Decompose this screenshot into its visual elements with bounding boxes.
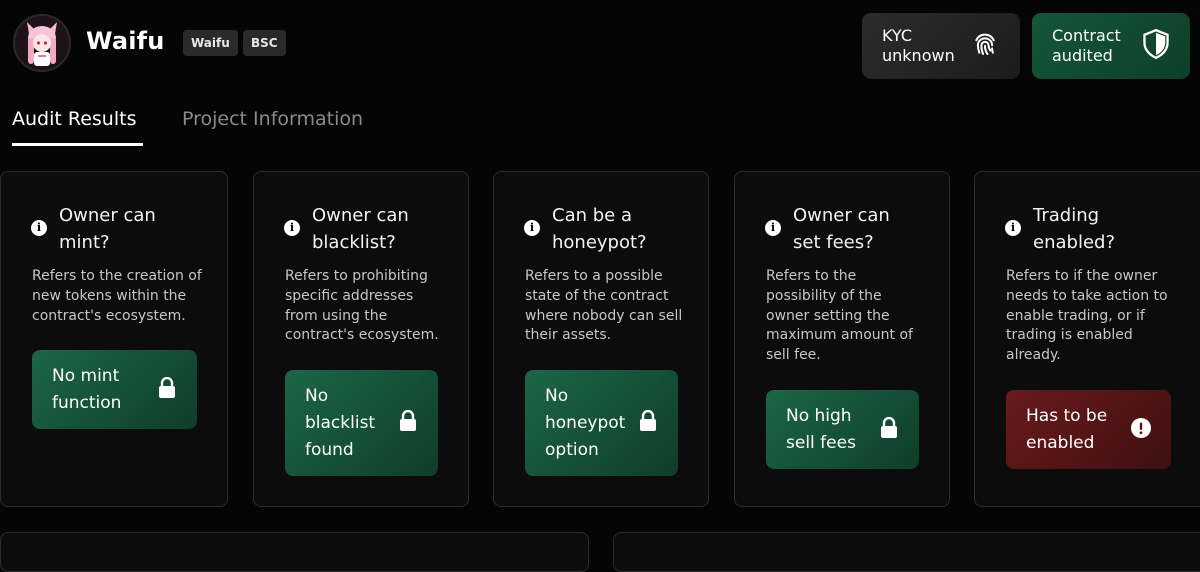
info-icon[interactable]: i [765,220,781,236]
card-question: Owner can set fees? [793,205,890,253]
audit-card-blacklist: i Owner can blacklist? Refers to prohibit… [253,171,469,507]
kyc-label: KYC [882,26,912,45]
info-icon[interactable]: i [524,220,540,236]
card-description: Refers to the creation of new tokens with… [32,268,202,324]
bottom-panel-right [613,532,1200,572]
tab-audit-results-label: Audit Results [12,108,137,130]
audit-card-fees: i Owner can set fees? Refers to the possib… [734,171,950,507]
lock-icon [157,376,177,403]
info-icon[interactable]: i [284,220,300,236]
project-avatar [13,14,71,72]
card-description: Refers to if the owner needs to take acti… [1006,268,1168,364]
fingerprint-icon [970,29,1000,63]
bottom-panel-left [0,532,589,572]
result-badge-safe: No mint function [32,350,197,429]
lock-icon [879,416,899,443]
audit-card-honeypot: i Can be a honeypot? Refers to a possible… [493,171,709,507]
tab-project-information[interactable]: Project Information [182,108,363,143]
result-badge-safe: No high sell fees [766,390,919,469]
chain-tag: BSC [243,30,286,56]
card-question: Can be a honeypot? [552,205,647,253]
result-badge-safe: No honeypot option [525,370,678,476]
result-badge-safe: No blacklist found [285,370,438,476]
card-question: Owner can blacklist? [312,205,409,253]
audit-card-trading: i Trading enabled? Refers to if the owner… [974,171,1200,507]
contract-audited-button[interactable]: Contract audited [1032,13,1190,79]
exclamation-icon [1131,417,1151,442]
card-description: Refers to prohibiting specific addresses f… [285,268,439,344]
waifu-avatar-illustration [15,16,69,70]
contract-value: audited [1052,46,1113,65]
tab-project-information-label: Project Information [182,108,364,130]
kyc-status-button[interactable]: KYC unknown [862,13,1020,79]
tab-audit-results[interactable]: Audit Results [12,108,143,146]
card-question: Trading enabled? [1033,205,1115,253]
info-icon[interactable]: i [1005,220,1021,236]
contract-label: Contract [1052,26,1121,45]
card-description: Refers to a possible state of the contrac… [525,268,683,344]
lock-icon [638,409,658,436]
shield-icon [1142,28,1170,63]
kyc-value: unknown [882,46,955,65]
result-badge-warning: Has to be enabled [1006,390,1171,469]
token-tag: Waifu [183,30,238,56]
card-description: Refers to the possibility of the owner set… [766,268,913,364]
lock-icon [398,409,418,436]
audit-card-mint: i Owner can mint? Refers to the creation … [0,171,228,507]
card-question: Owner can mint? [59,205,156,253]
project-title: Waifu [86,27,165,55]
info-icon[interactable]: i [31,220,47,236]
